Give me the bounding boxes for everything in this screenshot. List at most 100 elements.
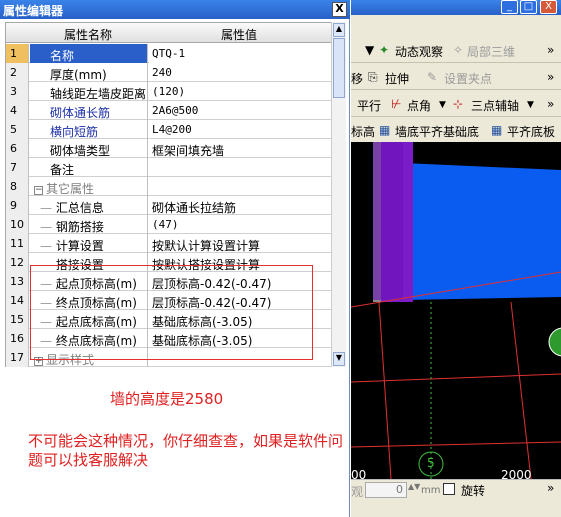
row-number: 14: [6, 291, 29, 310]
point-angle-dropdown-icon[interactable]: ▼: [439, 100, 446, 110]
flush-slab-bottom-button[interactable]: 平齐底板: [507, 123, 555, 140]
dimension-right: 2000: [501, 468, 532, 479]
property-name: 名称: [50, 49, 75, 63]
table-row[interactable]: 1 名称 QTQ-1: [6, 44, 333, 63]
tree-connector-icon: —: [40, 239, 56, 253]
stretch-button[interactable]: 拉伸: [385, 70, 409, 87]
partial-3d-button[interactable]: 局部三维: [467, 43, 515, 60]
3d-viewport[interactable]: 5 00 2000: [351, 142, 561, 479]
flush-slab-icon: ▦: [491, 123, 503, 137]
property-value[interactable]: 240: [149, 63, 333, 82]
window-close-button[interactable]: X: [540, 0, 557, 14]
rotate-checkbox[interactable]: [443, 483, 455, 495]
status-bar: 观 0 ▲▼ mm 旋转 »: [351, 479, 561, 517]
row-number: 6: [6, 139, 29, 158]
table-row[interactable]: 11 — 计算设置 按默认计算设置计算: [6, 234, 333, 253]
property-value[interactable]: QTQ-1: [149, 44, 333, 63]
partial-3d-icon: ✧: [453, 43, 464, 57]
stretch-icon: ⎘: [368, 70, 378, 84]
parallel-button[interactable]: 平行: [357, 97, 381, 114]
3d-scene-drawing: [351, 142, 561, 479]
table-row[interactable]: 6 砌体墙类型 框架间填充墙: [6, 139, 333, 158]
spin-value-field[interactable]: 0: [365, 482, 407, 498]
row-number: 4: [6, 101, 29, 120]
property-value[interactable]: [149, 158, 333, 177]
view-cube-shape[interactable]: [548, 327, 561, 357]
property-name: 汇总信息: [55, 201, 104, 215]
wall-bottom-flush-icon: ▦: [379, 123, 391, 137]
row-number: 11: [6, 234, 29, 253]
row-number: 5: [6, 120, 29, 139]
height-note: 墙的高度是2580: [110, 390, 224, 408]
property-value[interactable]: 砌体通长拉结筋: [149, 196, 333, 215]
grid-line-shape-4: [378, 301, 392, 479]
property-value[interactable]: 按默认计算设置计算: [149, 234, 333, 253]
grid-header: 属性名称 属性值: [6, 23, 333, 43]
advice-note: 不可能会这种情况，你仔细查查，如果是软件问题可以找客服解决: [28, 432, 344, 469]
property-value[interactable]: (47): [149, 215, 333, 234]
row-number: 10: [6, 215, 29, 234]
point-angle-button[interactable]: 点角: [407, 97, 431, 114]
table-row[interactable]: 5 横向短筋 L4@200: [6, 120, 333, 139]
table-row[interactable]: 9 — 汇总信息 砌体通长拉结筋: [6, 196, 333, 215]
grid-line-shape-3: [351, 441, 561, 448]
vertical-scrollbar[interactable]: ▲ ▼: [331, 22, 346, 367]
main-window-titlebar[interactable]: _ □ X: [351, 0, 561, 15]
row-number: 1: [6, 44, 29, 63]
spin-arrows-icon[interactable]: ▲▼: [408, 482, 420, 491]
toolbar-overflow-icon[interactable]: »: [547, 43, 554, 57]
table-row[interactable]: 2 厚度(mm) 240: [6, 63, 333, 82]
toolbar-overflow-icon-3[interactable]: »: [547, 97, 554, 111]
property-value[interactable]: [149, 177, 333, 196]
property-name: 钢筋搭接: [55, 220, 104, 234]
table-row[interactable]: 10 — 钢筋搭接 (47): [6, 215, 333, 234]
main-window: _ □ X ▼ ✦ 动态观察 ✧ 局部三维 » 移 ⎘ 拉伸 ✎ 设置夹点 » …: [351, 0, 561, 517]
row-number: 3: [6, 82, 29, 101]
property-value[interactable]: 框架间填充墙: [149, 139, 333, 158]
table-row[interactable]: 4 砌体通长筋 2A6@500: [6, 101, 333, 120]
status-overflow-icon[interactable]: »: [547, 481, 554, 495]
property-value[interactable]: (120): [149, 82, 333, 101]
property-value[interactable]: L4@200: [149, 120, 333, 139]
minimize-button[interactable]: _: [501, 0, 518, 14]
table-row[interactable]: 8− 其它属性: [6, 177, 333, 196]
unit-label: mm: [421, 485, 441, 496]
scroll-down-arrow-icon[interactable]: ▼: [333, 352, 345, 366]
three-point-axis-icon: ⊹: [453, 97, 464, 111]
grid-line-shape-2: [351, 373, 561, 383]
wall-bottom-flush-button[interactable]: 墙底平齐基础底: [395, 123, 479, 140]
toolbar-edit: 移 ⎘ 拉伸 ✎ 设置夹点 »: [351, 64, 561, 90]
collapse-icon[interactable]: −: [34, 186, 43, 195]
toolbar-view: ▼ ✦ 动态观察 ✧ 局部三维 »: [351, 37, 561, 63]
scroll-up-arrow-icon[interactable]: ▲: [333, 23, 345, 37]
axis-number: 5: [427, 456, 435, 470]
property-editor-titlebar[interactable]: 属性编辑器 X: [0, 0, 350, 19]
row-number: 12: [6, 253, 29, 272]
property-name: 砌体墙类型: [50, 144, 111, 158]
property-editor-panel: 属性编辑器 X 属性名称 属性值 1 名称 QTQ-1 2 厚度(mm) 240 3 轴线距左…: [0, 0, 350, 517]
dynamic-view-button[interactable]: 动态观察: [395, 43, 443, 60]
orbit-icon: ✦: [379, 43, 390, 57]
maximize-button[interactable]: □: [520, 0, 537, 14]
dropdown-arrow-icon[interactable]: ▼: [365, 43, 374, 57]
property-value[interactable]: 2A6@500: [149, 101, 333, 120]
close-button[interactable]: X: [332, 2, 347, 17]
column-header-name[interactable]: 属性名称: [64, 26, 112, 43]
property-name: 砌体通长筋: [50, 106, 111, 120]
column-header-value[interactable]: 属性值: [221, 26, 257, 43]
three-point-axis-dropdown-icon[interactable]: ▼: [527, 100, 534, 110]
scrollbar-thumb[interactable]: [333, 38, 345, 98]
three-point-axis-button[interactable]: 三点辅轴: [471, 97, 519, 114]
property-name: 备注: [50, 163, 75, 177]
elevation-button[interactable]: 标高: [351, 123, 375, 140]
tree-connector-icon: —: [40, 220, 56, 234]
row-number: 16: [6, 329, 29, 348]
toolbar-overflow-icon-2[interactable]: »: [547, 70, 554, 84]
table-row[interactable]: 3 轴线距左墙皮距离 (120): [6, 82, 333, 101]
property-name: 横向短筋: [50, 125, 99, 139]
table-row[interactable]: 7 备注: [6, 158, 333, 177]
set-point-button[interactable]: 设置夹点: [444, 70, 492, 87]
move-button[interactable]: 移: [351, 70, 363, 87]
property-name: 厚度(mm): [50, 68, 107, 82]
row-number: 8: [6, 177, 29, 196]
